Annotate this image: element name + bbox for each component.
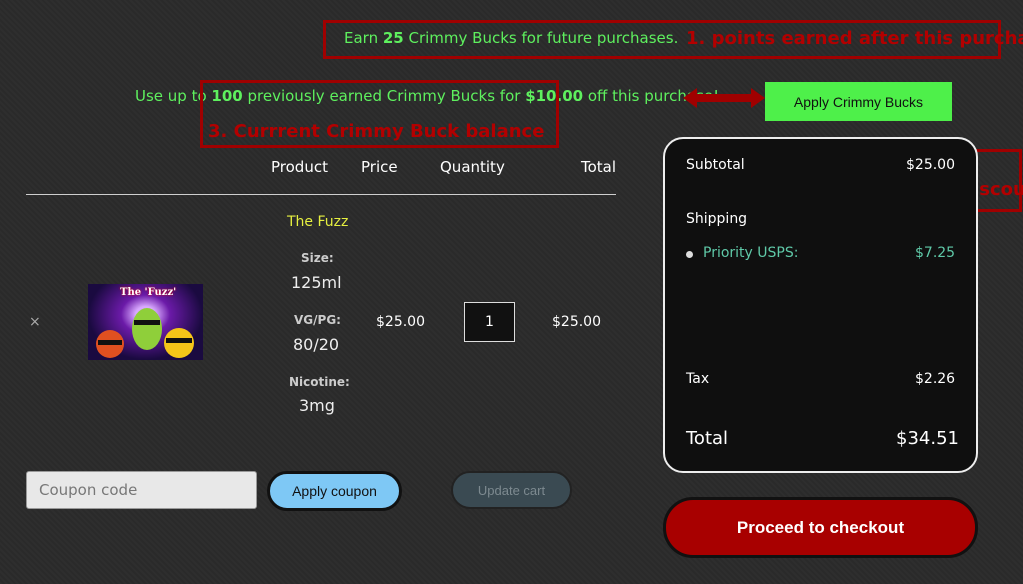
nicotine-label: Nicotine: (289, 375, 350, 389)
vgpg-label: VG/PG: (294, 313, 341, 327)
header-price: Price (361, 158, 398, 176)
subtotal-value: $25.00 (906, 157, 955, 173)
product-thumbnail[interactable]: The 'Fuzz' (88, 284, 203, 360)
proceed-to-checkout-button[interactable]: Proceed to checkout (663, 497, 978, 558)
tax-value: $2.26 (915, 371, 956, 387)
total-value: $34.51 (896, 428, 959, 449)
thumbnail-caption: The 'Fuzz' (120, 287, 177, 298)
coupon-code-input[interactable]: Coupon code (26, 471, 257, 509)
tax-label: Tax (686, 371, 710, 387)
update-cart-button[interactable]: Update cart (451, 471, 572, 509)
item-total: $25.00 (552, 314, 601, 330)
shipping-radio-icon[interactable] (686, 251, 693, 258)
annotation-note-3: 3. Currrent Crimmy Buck balance (208, 121, 545, 142)
apply-crimmy-bucks-button[interactable]: Apply Crimmy Bucks (765, 82, 952, 121)
product-name-link[interactable]: The Fuzz (287, 214, 348, 230)
quantity-input[interactable]: 1 (464, 302, 515, 342)
shipping-label: Shipping (686, 211, 748, 227)
header-quantity: Quantity (440, 158, 505, 176)
cart-totals-panel (663, 137, 978, 473)
double-arrow-icon (683, 88, 765, 108)
size-value: 125ml (291, 273, 342, 292)
subtotal-label: Subtotal (686, 157, 745, 173)
total-label: Total (686, 428, 729, 449)
header-product: Product (271, 158, 328, 176)
nicotine-value: 3mg (299, 396, 335, 415)
shipping-value: $7.25 (915, 245, 956, 261)
header-total: Total (581, 158, 617, 176)
vgpg-value: 80/20 (293, 335, 340, 354)
remove-item-icon[interactable]: × (29, 314, 41, 330)
annotation-note-1: 1. points earned after this purchase (686, 28, 1023, 49)
size-label: Size: (301, 251, 334, 265)
shipping-method[interactable]: Priority USPS: (703, 245, 798, 261)
apply-coupon-button[interactable]: Apply coupon (267, 471, 402, 511)
table-divider (26, 194, 616, 195)
item-price: $25.00 (376, 314, 425, 330)
